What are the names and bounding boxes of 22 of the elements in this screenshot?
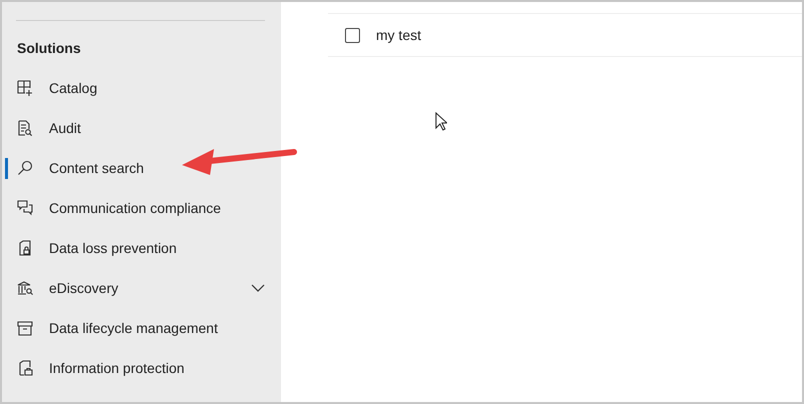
building-search-icon [17, 280, 33, 296]
chevron-icon[interactable] [251, 284, 265, 292]
nav-item[interactable]: Audit [2, 108, 281, 148]
nav-item[interactable]: Content search [2, 148, 281, 188]
document-search-icon [17, 120, 33, 136]
section-title: Solutions [16, 39, 82, 58]
mouse-pointer-icon [435, 112, 447, 131]
row-checkbox[interactable] [345, 28, 360, 42]
table-cell: my test [376, 27, 422, 43]
archive-icon [17, 320, 33, 336]
search-icon [17, 160, 33, 176]
nav-item[interactable]: Data lifecycle management [2, 308, 281, 348]
nav-item[interactable]: eDiscovery [2, 268, 281, 308]
nav-item[interactable]: Catalog [2, 68, 281, 108]
document-briefcase-icon [17, 360, 33, 376]
nav-item[interactable]: Data loss prevention [2, 228, 281, 268]
chat-bubbles-icon [17, 200, 33, 216]
document-lock-icon [17, 240, 33, 256]
selection-indicator [5, 158, 8, 179]
nav-item[interactable]: Communication compliance [2, 188, 281, 228]
grid-plus-icon [17, 80, 33, 96]
nav-item[interactable]: Information protection [2, 348, 281, 388]
